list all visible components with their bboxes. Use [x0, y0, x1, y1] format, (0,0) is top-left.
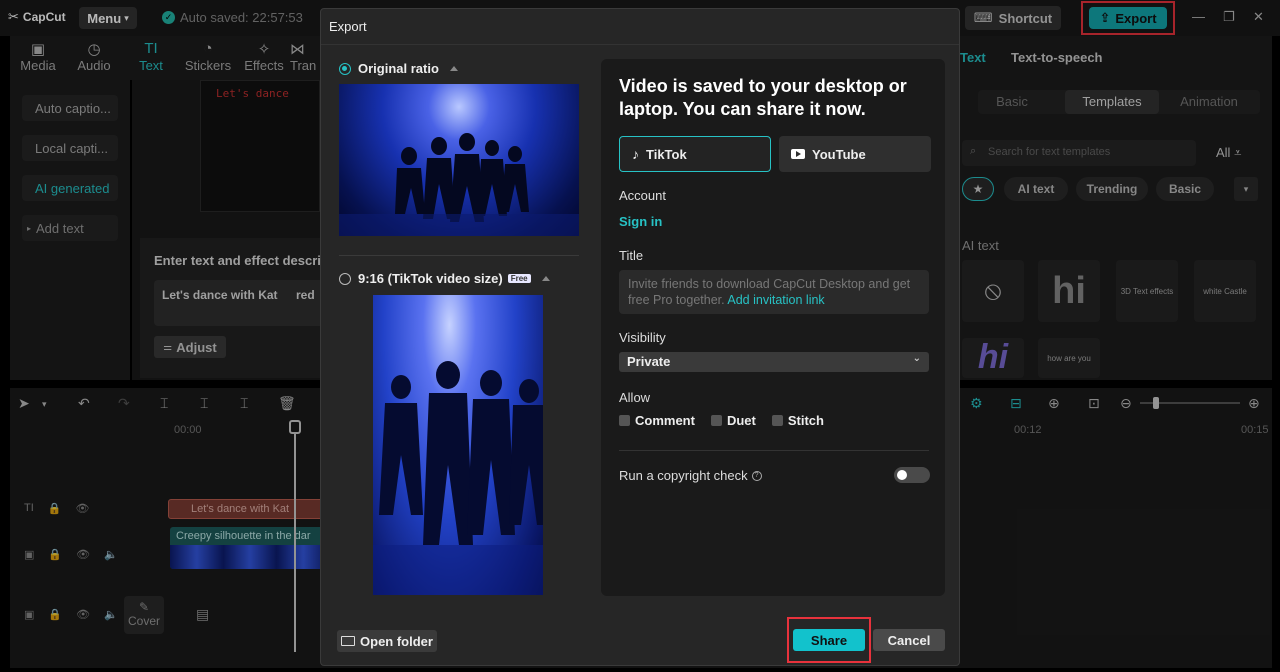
allow-label: Allow — [619, 390, 651, 405]
copyright-check-row: Run a copyright check ? — [619, 468, 762, 483]
share-heading: Video is saved to your desktop or laptop… — [619, 76, 907, 119]
cancel-label: Cancel — [887, 632, 931, 648]
platform-label: YouTube — [812, 146, 866, 162]
copyright-label: Run a copyright check — [619, 468, 748, 483]
sign-in-link[interactable]: Sign in — [619, 214, 662, 229]
cancel-button[interactable]: Cancel — [873, 629, 945, 651]
chevron-down-icon: ⌄ — [912, 353, 921, 364]
export-dialog: Export Original ratio 9:16 (TikTok video… — [320, 8, 960, 666]
caret-up-icon — [449, 66, 458, 71]
options-divider — [339, 255, 579, 256]
share-panel: Video is saved to your desktop or laptop… — [601, 59, 945, 596]
open-folder-button[interactable]: Open folder — [337, 630, 437, 652]
allow-options: Comment Duet Stitch — [619, 413, 824, 428]
dialog-title: Export — [329, 19, 367, 34]
share-button[interactable]: Share — [793, 629, 865, 651]
option-label: 9:16 (TikTok video size) — [358, 271, 503, 286]
checkbox-box[interactable] — [771, 415, 783, 426]
dialog-header: Export — [321, 9, 959, 45]
checkbox-label: Comment — [635, 413, 695, 428]
youtube-icon — [791, 149, 805, 159]
visibility-select[interactable]: Private ⌄ — [619, 352, 929, 372]
radio-selected[interactable] — [339, 62, 351, 75]
tiktok-platform-button[interactable]: ♪ TikTok — [619, 136, 771, 172]
caret-up-icon — [541, 276, 550, 281]
copyright-toggle[interactable] — [894, 467, 930, 483]
checkbox-label: Stitch — [787, 413, 824, 428]
visibility-value: Private — [627, 354, 671, 369]
visibility-label: Visibility — [619, 330, 666, 345]
title-label: Title — [619, 248, 644, 263]
silhouettes-image — [339, 133, 579, 236]
stitch-checkbox[interactable]: Stitch — [771, 413, 824, 428]
free-badge: Free — [507, 274, 531, 283]
tiktok-icon: ♪ — [632, 146, 639, 162]
open-folder-label: Open folder — [360, 633, 433, 649]
account-label: Account — [619, 188, 666, 203]
radio-unselected[interactable] — [339, 272, 351, 285]
add-invitation-link[interactable]: Add invitation link — [727, 293, 824, 307]
youtube-platform-button[interactable]: YouTube — [779, 136, 931, 172]
duet-checkbox[interactable]: Duet — [710, 413, 756, 428]
free-badge-text: Free — [510, 274, 528, 283]
share-label: Share — [810, 632, 848, 648]
option-label: Original ratio — [358, 61, 439, 76]
checkbox-label: Duet — [726, 413, 756, 428]
platform-label: TikTok — [646, 146, 687, 162]
info-icon[interactable]: ? — [751, 470, 762, 481]
comment-checkbox[interactable]: Comment — [619, 413, 695, 428]
option-tiktok-size[interactable]: 9:16 (TikTok video size) Free — [339, 271, 550, 286]
title-input[interactable]: Invite friends to download CapCut Deskto… — [619, 270, 929, 314]
folder-icon — [341, 636, 356, 646]
checkbox-box[interactable] — [619, 415, 630, 426]
checkbox-box[interactable] — [710, 415, 722, 426]
option-original-ratio[interactable]: Original ratio — [339, 61, 458, 76]
sign-in-label: Sign in — [619, 214, 663, 229]
silhouettes-image — [373, 361, 543, 595]
share-divider — [619, 450, 929, 451]
tiktok-size-preview — [373, 295, 543, 595]
original-ratio-preview — [339, 84, 579, 236]
